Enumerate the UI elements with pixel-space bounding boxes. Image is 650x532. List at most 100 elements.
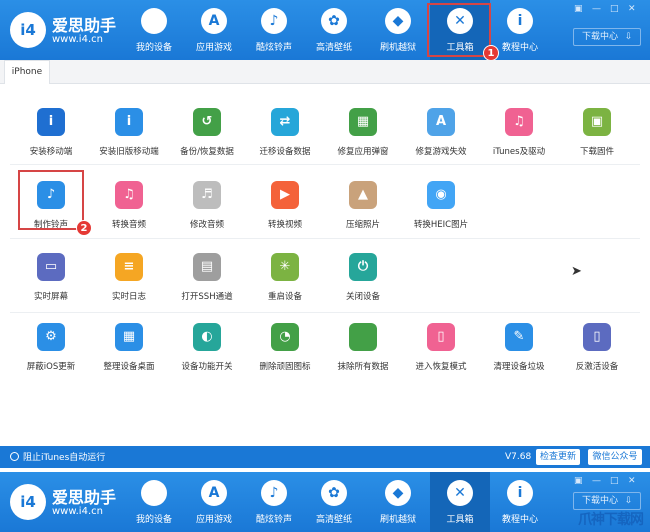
tool-migrate-data[interactable]: ⇄ 迁移设备数据 — [245, 108, 325, 170]
tool-label: 下载固件 — [579, 147, 614, 157]
compress-photo-icon: ▲ — [349, 181, 377, 209]
skin-icon[interactable]: ▣ — [574, 4, 583, 14]
tool-delete-stubborn-icon[interactable]: ◔ 删除顽固图标 — [245, 323, 325, 385]
realtime-log-icon: ≡ — [115, 253, 143, 281]
version-label: V7.68 — [505, 452, 532, 462]
nav-label: 应用游戏 — [195, 43, 232, 53]
tool-label: 反激活设备 — [575, 362, 619, 372]
device-tab-bar: iPhone — [0, 60, 650, 84]
check-update-button[interactable]: 检查更新 — [536, 449, 580, 465]
tool-convert-heic[interactable]: ◉ 转换HEIC图片 — [401, 181, 481, 243]
itunes-icon: ♫ — [505, 108, 533, 136]
tool-open-ssh[interactable]: ▤ 打开SSH通道 — [167, 253, 247, 315]
i4-logo-icon: i4 — [10, 12, 46, 48]
tool-edit-audio[interactable]: ♬ 修改音频 — [167, 181, 247, 243]
close-icon[interactable]: ✕ — [628, 476, 636, 486]
nav-tutorials[interactable]: i 教程中心 — [490, 472, 550, 532]
flower-icon: ✿ — [321, 8, 347, 34]
tool-fix-game[interactable]: A 修复游戏失效 — [401, 108, 481, 170]
tool-download-firmware[interactable]: ▣ 下载固件 — [557, 108, 637, 170]
nav-label: 教程中心 — [501, 43, 538, 53]
migrate-icon: ⇄ — [271, 108, 299, 136]
nav-my-device[interactable]: 我的设备 — [124, 0, 184, 60]
tool-convert-audio[interactable]: ♫ 转换音频 — [89, 181, 169, 243]
tool-fix-app-popup[interactable]: ▦ 修复应用弹窗 — [323, 108, 403, 170]
convert-video-icon: ▶ — [271, 181, 299, 209]
dropbox-icon: ◆ — [385, 8, 411, 34]
brand-logo: i4 爱思助手 www.i4.cn — [10, 480, 120, 524]
shutdown-icon: ⏻ — [349, 253, 377, 281]
tool-block-ios-update[interactable]: ⚙ 屏蔽iOS更新 — [11, 323, 91, 385]
nav-tutorials[interactable]: i 教程中心 — [490, 0, 550, 60]
apple-icon — [141, 8, 167, 34]
tool-install-old-mobile[interactable]: i 安装旧版移动端 — [89, 108, 169, 170]
brand-url: www.i4.cn — [52, 34, 103, 45]
minimize-icon[interactable]: — — [592, 4, 601, 14]
brand-name: 爱思助手 — [52, 488, 117, 507]
toolbox-highlight-box — [427, 3, 491, 57]
radio-circle-icon — [10, 452, 19, 461]
minimize-icon[interactable]: — — [592, 476, 601, 486]
maximize-icon[interactable]: □ — [610, 476, 619, 486]
tool-label: 关闭设备 — [345, 292, 380, 302]
download-center-button[interactable]: 下载中心 ⇩ — [573, 28, 641, 46]
maximize-icon[interactable]: □ — [610, 4, 619, 14]
nav-ringtones[interactable]: ♪ 酷炫铃声 — [244, 0, 304, 60]
bell-icon: ♪ — [261, 8, 287, 34]
site-watermark: 爪神下载网 — [578, 512, 644, 528]
tool-deactivate-device[interactable]: ▯ 反激活设备 — [557, 323, 637, 385]
tool-convert-video[interactable]: ▶ 转换视频 — [245, 181, 325, 243]
nav-apps-games[interactable]: A 应用游戏 — [184, 0, 244, 60]
tool-realtime-screen[interactable]: ▭ 实时屏幕 — [11, 253, 91, 315]
nav-label: 刷机越狱 — [379, 515, 416, 525]
close-icon[interactable]: ✕ — [628, 4, 636, 14]
nav-flash-jailbreak[interactable]: ◆ 刷机越狱 — [368, 472, 428, 532]
organize-desktop-icon: ▦ — [115, 323, 143, 351]
make-ringtone-highlight-box — [18, 170, 84, 230]
tool-itunes-driver[interactable]: ♫ iTunes及驱动 — [479, 108, 559, 170]
nav-ringtones[interactable]: ♪ 酷炫铃声 — [244, 472, 304, 532]
tool-function-toggle[interactable]: ◐ 设备功能开关 — [167, 323, 247, 385]
tool-organize-desktop[interactable]: ▦ 整理设备桌面 — [89, 323, 169, 385]
nav-label: 工具箱 — [446, 515, 474, 525]
tool-shutdown-device[interactable]: ⏻ 关闭设备 — [323, 253, 403, 315]
tool-restart-device[interactable]: ✳ 重启设备 — [245, 253, 325, 315]
tool-backup-restore[interactable]: ↺ 备份/恢复数据 — [167, 108, 247, 170]
restart-icon: ✳ — [271, 253, 299, 281]
convert-audio-icon: ♫ — [115, 181, 143, 209]
wechat-account-button[interactable]: 微信公众号 — [588, 449, 642, 465]
clean-junk-icon: ✎ — [505, 323, 533, 351]
tool-clean-junk[interactable]: ✎ 清理设备垃圾 — [479, 323, 559, 385]
nav-label: 高清壁纸 — [315, 515, 352, 525]
tool-erase-all-data[interactable]: 抹除所有数据 — [323, 323, 403, 385]
tool-install-mobile[interactable]: i 安装移动端 — [11, 108, 91, 170]
nav-toolbox[interactable]: ✕ 工具箱 — [430, 472, 490, 532]
backup-icon: ↺ — [193, 108, 221, 136]
tools-icon: ✕ — [447, 480, 473, 506]
nav-label: 教程中心 — [501, 515, 538, 525]
i4-install-icon: i — [37, 108, 65, 136]
i4-logo-icon: i4 — [10, 484, 46, 520]
nav-wallpapers[interactable]: ✿ 高清壁纸 — [304, 0, 364, 60]
tool-realtime-log[interactable]: ≡ 实时日志 — [89, 253, 169, 315]
nav-flash-jailbreak[interactable]: ◆ 刷机越狱 — [368, 0, 428, 60]
tab-iphone[interactable]: iPhone — [4, 60, 50, 84]
nav-my-device[interactable]: 我的设备 — [124, 472, 184, 532]
step-badge-1: 1 — [483, 45, 499, 61]
flower-icon: ✿ — [321, 480, 347, 506]
top-navigation-bar: i4 爱思助手 www.i4.cn 我的设备 A 应用游戏 ♪ 酷炫铃声 ✿ 高… — [0, 0, 650, 60]
skin-icon[interactable]: ▣ — [574, 476, 583, 486]
brand-name: 爱思助手 — [52, 16, 117, 35]
tool-compress-photo[interactable]: ▲ 压缩照片 — [323, 181, 403, 243]
fix-game-icon: A — [427, 108, 455, 136]
heic-icon: ◉ — [427, 181, 455, 209]
nav-wallpapers[interactable]: ✿ 高清壁纸 — [304, 472, 364, 532]
brand-logo: i4 爱思助手 www.i4.cn — [10, 8, 120, 52]
dropbox-icon: ◆ — [385, 480, 411, 506]
download-center-button[interactable]: 下载中心 ⇩ — [573, 492, 641, 510]
tool-recovery-mode[interactable]: ▯ 进入恢复模式 — [401, 323, 481, 385]
nav-apps-games[interactable]: A 应用游戏 — [184, 472, 244, 532]
itunes-autorun-toggle[interactable]: 阻止iTunes自动运行 — [10, 450, 105, 463]
status-bar: 阻止iTunes自动运行 V7.68 检查更新 微信公众号 — [0, 446, 650, 468]
download-center-label: 下载中心 — [582, 32, 619, 42]
